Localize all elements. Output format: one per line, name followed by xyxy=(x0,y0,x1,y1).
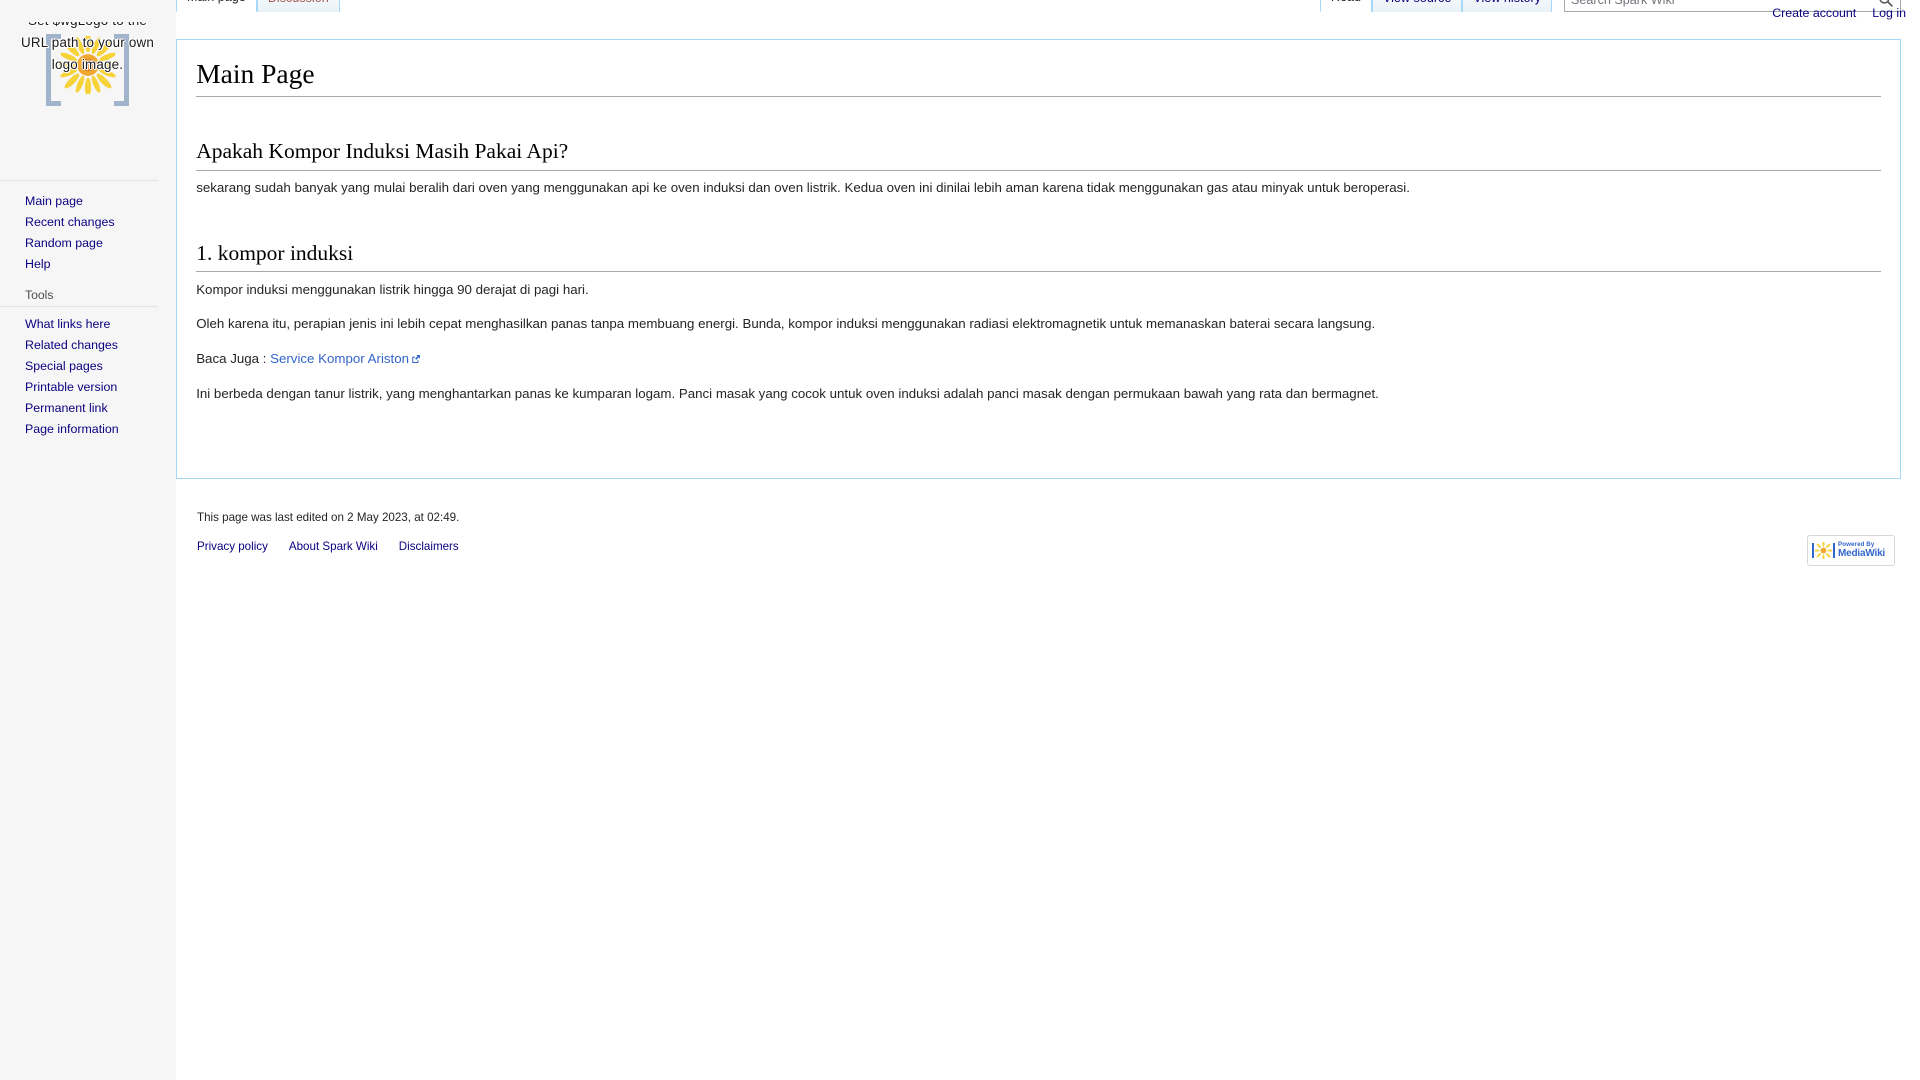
section-2-paragraph-2: Oleh karena itu, perapian jenis ini lebi… xyxy=(196,316,1376,332)
sidebar-item-permanent-link[interactable]: Permanent link xyxy=(0,397,176,418)
sidebar-item-printable-version[interactable]: Printable version xyxy=(0,376,176,397)
sidebar-portal-tools: Tools What links here Related changes Sp… xyxy=(0,288,176,439)
sidebar-item-random-page[interactable]: Random page xyxy=(0,232,158,253)
content-area: Main Page Apakah Kompor Induksi Masih Pa… xyxy=(176,39,1901,479)
sidebar-navigation: Main page Recent changes Random page Hel… xyxy=(0,180,176,453)
page-title: Main Page xyxy=(196,56,1881,98)
wiki-logo[interactable]: Set $wgLogo to the URL path to your own … xyxy=(20,22,155,117)
mediawiki-sunflower-icon xyxy=(1815,542,1832,559)
tab-view-source-label[interactable]: View source xyxy=(1383,0,1451,5)
view-tabs-and-search: Read View source View history xyxy=(1319,0,1901,40)
section-2-paragraph-1: Kompor induksi menggunakan listrik hingg… xyxy=(196,281,589,297)
footer-last-edited: This page was last edited on 2 May 2023,… xyxy=(197,511,460,524)
badge-line-2: MediaWiki xyxy=(1838,548,1886,560)
footer-link-privacy-policy[interactable]: Privacy policy xyxy=(197,540,268,553)
tab-main-page-label[interactable]: Main page xyxy=(187,0,246,4)
tab-view-history-label[interactable]: View history xyxy=(1473,0,1541,5)
sidebar-item-what-links-here[interactable]: What links here xyxy=(0,313,176,334)
body-content: Apakah Kompor Induksi Masih Pakai Api? s… xyxy=(196,138,1881,404)
sidebar-portal-navigation: Main page Recent changes Random page Hel… xyxy=(0,180,158,274)
service-kompor-ariston-link[interactable]: Service Kompor Ariston xyxy=(270,351,409,366)
tab-read-label[interactable]: Read xyxy=(1331,0,1361,4)
sidebar-item-main-page[interactable]: Main page xyxy=(0,190,158,211)
sidebar-item-page-information[interactable]: Page information xyxy=(0,418,176,439)
section-heading-2: 1. kompor induksi xyxy=(196,240,1881,273)
create-account-link[interactable]: Create account xyxy=(1772,6,1856,20)
sidebar-item-special-pages[interactable]: Special pages xyxy=(0,355,176,376)
sidebar-item-recent-changes[interactable]: Recent changes xyxy=(0,211,158,232)
sidebar-item-related-changes[interactable]: Related changes xyxy=(0,334,176,355)
footer-links: Privacy policy About Spark Wiki Disclaim… xyxy=(197,540,1901,553)
footer-link-disclaimers[interactable]: Disclaimers xyxy=(399,540,459,553)
section-heading-1: Apakah Kompor Induksi Masih Pakai Api? xyxy=(196,138,1881,171)
namespace-tabs: Main page Discussion xyxy=(176,0,340,40)
login-link[interactable]: Log in xyxy=(1872,6,1906,20)
baca-juga-line: Baca Juga : Service Kompor Ariston xyxy=(196,348,1881,369)
tab-view-source[interactable]: View source xyxy=(1371,0,1463,12)
tab-read[interactable]: Read xyxy=(1319,0,1372,12)
tab-discussion[interactable]: Discussion xyxy=(256,0,340,12)
page-footer: This page was last edited on 2 May 2023,… xyxy=(176,495,1920,566)
left-panel: Set $wgLogo to the URL path to your own … xyxy=(0,0,176,1080)
section-2-paragraph-3: Ini berbeda dengan tanur listrik, yang m… xyxy=(196,385,1379,401)
tab-discussion-label[interactable]: Discussion xyxy=(268,0,329,5)
section-1-paragraph: sekarang sudah banyak yang mulai beralih… xyxy=(196,180,1410,196)
baca-juga-label: Baca Juga : xyxy=(196,350,271,366)
sidebar-tools-heading: Tools xyxy=(0,288,158,307)
sunflower-icon xyxy=(58,36,117,94)
powered-by-mediawiki-badge[interactable]: Powered By MediaWiki xyxy=(1807,535,1895,566)
footer-link-about[interactable]: About Spark Wiki xyxy=(289,540,378,553)
tab-view-history[interactable]: View history xyxy=(1462,0,1552,12)
mediawiki-logo-icon xyxy=(1812,542,1835,559)
personal-tools-bar: Create account Log in xyxy=(1772,0,1906,26)
sidebar-item-help[interactable]: Help xyxy=(0,253,158,274)
external-link-icon xyxy=(412,354,421,363)
tab-main-page[interactable]: Main page xyxy=(176,0,257,12)
footer-icons: Powered By MediaWiki xyxy=(1807,535,1895,566)
view-tabs: Read View source View history xyxy=(1319,0,1552,40)
